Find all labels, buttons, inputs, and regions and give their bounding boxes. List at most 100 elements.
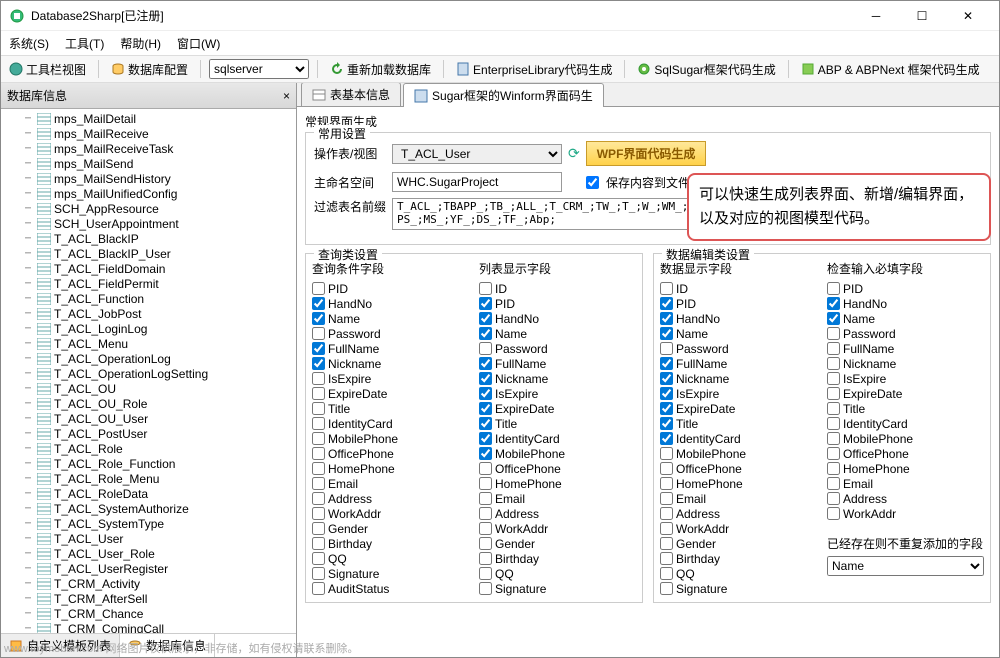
field-checkbox[interactable]: Email — [827, 476, 984, 491]
db-tree[interactable]: mps_MailDetailmps_MailReceivemps_MailRec… — [1, 109, 296, 633]
field-checkbox[interactable]: Gender — [312, 521, 469, 536]
op-table-select[interactable]: T_ACL_User — [392, 144, 562, 164]
tree-item[interactable]: SCH_AppResource — [3, 201, 296, 216]
field-checkbox[interactable]: Birthday — [660, 551, 817, 566]
field-checkbox[interactable]: WorkAddr — [312, 506, 469, 521]
field-checkbox[interactable]: OfficePhone — [479, 461, 636, 476]
menu-system[interactable]: 系统(S) — [9, 35, 49, 52]
field-checkbox[interactable]: PID — [827, 281, 984, 296]
tree-item[interactable]: T_ACL_PostUser — [3, 426, 296, 441]
field-checkbox[interactable]: HandNo — [479, 311, 636, 326]
field-checkbox[interactable]: AuditStatus — [312, 581, 469, 596]
tree-item[interactable]: T_ACL_OperationLogSetting — [3, 366, 296, 381]
sidebar-close-icon[interactable]: × — [283, 89, 290, 103]
field-checkbox[interactable]: WorkAddr — [660, 521, 817, 536]
field-checkbox[interactable]: WorkAddr — [479, 521, 636, 536]
field-checkbox[interactable]: ExpireDate — [479, 401, 636, 416]
tree-item[interactable]: T_ACL_User — [3, 531, 296, 546]
field-checkbox[interactable]: Birthday — [312, 536, 469, 551]
field-checkbox[interactable]: Password — [312, 326, 469, 341]
tree-item[interactable]: T_ACL_User_Role — [3, 546, 296, 561]
abp-button[interactable]: ABP & ABPNext 框架代码生成 — [797, 59, 984, 80]
field-checkbox[interactable]: QQ — [312, 551, 469, 566]
tab-basic-info[interactable]: 表基本信息 — [301, 83, 401, 106]
menu-window[interactable]: 窗口(W) — [177, 35, 220, 52]
field-checkbox[interactable]: Signature — [312, 566, 469, 581]
enterprise-button[interactable]: EnterpriseLibrary代码生成 — [452, 59, 616, 80]
tree-item[interactable]: mps_MailSendHistory — [3, 171, 296, 186]
field-checkbox[interactable]: Address — [660, 506, 817, 521]
tree-item[interactable]: T_CRM_Chance — [3, 606, 296, 621]
tree-item[interactable]: SCH_UserAppointment — [3, 216, 296, 231]
tree-item[interactable]: T_ACL_OU_Role — [3, 396, 296, 411]
field-checkbox[interactable]: IsExpire — [660, 386, 817, 401]
field-checkbox[interactable]: Title — [827, 401, 984, 416]
tree-item[interactable]: mps_MailUnifiedConfig — [3, 186, 296, 201]
field-checkbox[interactable]: Address — [479, 506, 636, 521]
field-checkbox[interactable]: Email — [312, 476, 469, 491]
tree-item[interactable]: T_ACL_SystemAuthorize — [3, 501, 296, 516]
field-checkbox[interactable]: FullName — [827, 341, 984, 356]
tree-item[interactable]: T_ACL_FieldPermit — [3, 276, 296, 291]
field-checkbox[interactable]: OfficePhone — [312, 446, 469, 461]
tree-item[interactable]: mps_MailReceive — [3, 126, 296, 141]
field-checkbox[interactable]: Title — [312, 401, 469, 416]
field-checkbox[interactable]: Email — [479, 491, 636, 506]
field-checkbox[interactable]: Name — [827, 311, 984, 326]
field-checkbox[interactable]: Password — [827, 326, 984, 341]
tree-item[interactable]: T_ACL_BlackIP_User — [3, 246, 296, 261]
toolbar-view-button[interactable]: 工具栏视图 — [5, 59, 90, 80]
tree-item[interactable]: T_ACL_OperationLog — [3, 351, 296, 366]
field-checkbox[interactable]: OfficePhone — [660, 461, 817, 476]
tree-item[interactable]: T_CRM_ComingCall — [3, 621, 296, 633]
tree-item[interactable]: T_ACL_JobPost — [3, 306, 296, 321]
field-checkbox[interactable]: Email — [660, 491, 817, 506]
db-config-button[interactable]: 数据库配置 — [107, 59, 192, 80]
tree-item[interactable]: T_ACL_RoleData — [3, 486, 296, 501]
field-checkbox[interactable]: IdentityCard — [479, 431, 636, 446]
field-checkbox[interactable]: HandNo — [660, 311, 817, 326]
tree-item[interactable]: T_ACL_OU — [3, 381, 296, 396]
tree-item[interactable]: T_ACL_Role_Function — [3, 456, 296, 471]
tree-item[interactable]: T_ACL_Menu — [3, 336, 296, 351]
tree-item[interactable]: T_ACL_Function — [3, 291, 296, 306]
field-checkbox[interactable]: Title — [660, 416, 817, 431]
tree-item[interactable]: T_CRM_AfterSell — [3, 591, 296, 606]
field-checkbox[interactable]: Birthday — [479, 551, 636, 566]
namespace-input[interactable] — [392, 172, 562, 192]
field-checkbox[interactable]: FullName — [660, 356, 817, 371]
field-checkbox[interactable]: Nickname — [827, 356, 984, 371]
field-checkbox[interactable]: FullName — [312, 341, 469, 356]
field-checkbox[interactable]: ExpireDate — [312, 386, 469, 401]
field-checkbox[interactable]: PID — [312, 281, 469, 296]
field-checkbox[interactable]: IsExpire — [312, 371, 469, 386]
tree-item[interactable]: T_ACL_BlackIP — [3, 231, 296, 246]
tree-item[interactable]: T_ACL_UserRegister — [3, 561, 296, 576]
field-checkbox[interactable]: FullName — [479, 356, 636, 371]
field-checkbox[interactable]: MobilePhone — [660, 446, 817, 461]
field-checkbox[interactable]: WorkAddr — [827, 506, 984, 521]
tree-item[interactable]: mps_MailDetail — [3, 111, 296, 126]
field-checkbox[interactable]: HomePhone — [660, 476, 817, 491]
field-checkbox[interactable]: ExpireDate — [827, 386, 984, 401]
field-checkbox[interactable]: Signature — [660, 581, 817, 596]
tree-item[interactable]: T_ACL_Role_Menu — [3, 471, 296, 486]
menu-help[interactable]: 帮助(H) — [120, 35, 161, 52]
field-checkbox[interactable]: OfficePhone — [827, 446, 984, 461]
field-checkbox[interactable]: ID — [479, 281, 636, 296]
field-checkbox[interactable]: Signature — [479, 581, 636, 596]
field-checkbox[interactable]: IdentityCard — [827, 416, 984, 431]
reload-db-button[interactable]: 重新加载数据库 — [326, 59, 435, 80]
field-checkbox[interactable]: IdentityCard — [312, 416, 469, 431]
refresh-table-icon[interactable]: ⟳ — [568, 145, 580, 162]
field-checkbox[interactable]: ExpireDate — [660, 401, 817, 416]
field-checkbox[interactable]: Address — [312, 491, 469, 506]
tree-item[interactable]: mps_MailSend — [3, 156, 296, 171]
field-checkbox[interactable]: Address — [827, 491, 984, 506]
tree-item[interactable]: T_ACL_OU_User — [3, 411, 296, 426]
field-checkbox[interactable]: HandNo — [827, 296, 984, 311]
field-checkbox[interactable]: PID — [660, 296, 817, 311]
sqlsugar-button[interactable]: SqlSugar框架代码生成 — [633, 59, 779, 80]
field-checkbox[interactable]: HomePhone — [827, 461, 984, 476]
existing-field-select[interactable]: Name — [827, 556, 984, 576]
